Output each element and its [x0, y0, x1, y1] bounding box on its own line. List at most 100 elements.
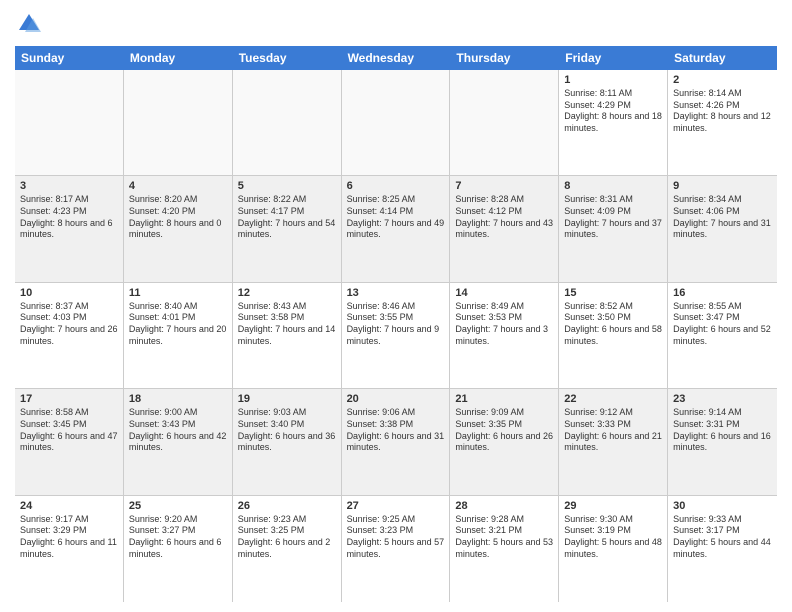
header-cell-friday: Friday [559, 46, 668, 70]
day-number: 4 [129, 180, 227, 192]
cal-cell: 29 Sunrise: 9:30 AM Sunset: 3:19 PM Dayli… [559, 496, 668, 602]
day-number: 29 [564, 500, 662, 512]
cal-cell: 17 Sunrise: 8:58 AM Sunset: 3:45 PM Dayli… [15, 389, 124, 494]
cal-cell [233, 70, 342, 175]
day-number: 27 [347, 500, 445, 512]
header-cell-tuesday: Tuesday [233, 46, 342, 70]
cal-cell: 1 Sunrise: 8:11 AM Sunset: 4:29 PM Daylig… [559, 70, 668, 175]
cal-cell: 22 Sunrise: 9:12 AM Sunset: 3:33 PM Dayli… [559, 389, 668, 494]
cell-text: Sunrise: 9:30 AM Sunset: 3:19 PM Dayligh… [564, 514, 662, 561]
cell-text: Sunrise: 8:43 AM Sunset: 3:58 PM Dayligh… [238, 301, 336, 348]
cal-cell: 10 Sunrise: 8:37 AM Sunset: 4:03 PM Dayli… [15, 283, 124, 388]
calendar-row-1: 3 Sunrise: 8:17 AM Sunset: 4:23 PM Daylig… [15, 176, 777, 282]
cal-cell: 18Sunrise: 9:00 AM Sunset: 3:43 PM Dayli… [124, 389, 233, 494]
header-cell-thursday: Thursday [450, 46, 559, 70]
day-number: 8 [564, 180, 662, 192]
cal-cell: 25 Sunrise: 9:20 AM Sunset: 3:27 PM Dayli… [124, 496, 233, 602]
header-cell-saturday: Saturday [668, 46, 777, 70]
cal-cell: 13 Sunrise: 8:46 AM Sunset: 3:55 PM Dayli… [342, 283, 451, 388]
cal-cell [342, 70, 451, 175]
cell-text: Sunrise: 9:06 AM Sunset: 3:38 PM Dayligh… [347, 407, 445, 454]
cal-cell [15, 70, 124, 175]
day-number: 19 [238, 393, 336, 405]
day-number: 3 [20, 180, 118, 192]
header-cell-monday: Monday [124, 46, 233, 70]
cal-cell: 28Sunrise: 9:28 AM Sunset: 3:21 PM Dayli… [450, 496, 559, 602]
day-number: 5 [238, 180, 336, 192]
day-number: 10 [20, 287, 118, 299]
cell-text: Sunrise: 9:25 AM Sunset: 3:23 PM Dayligh… [347, 514, 445, 561]
cal-cell: 5 Sunrise: 8:22 AM Sunset: 4:17 PM Daylig… [233, 176, 342, 281]
cal-cell: 11 Sunrise: 8:40 AM Sunset: 4:01 PM Dayli… [124, 283, 233, 388]
cell-text: Sunrise: 9:09 AM Sunset: 3:35 PM Dayligh… [455, 407, 553, 454]
day-number: 16 [673, 287, 772, 299]
cal-cell: 8 Sunrise: 8:31 AM Sunset: 4:09 PM Daylig… [559, 176, 668, 281]
calendar-row-4: 24 Sunrise: 9:17 AM Sunset: 3:29 PM Dayli… [15, 496, 777, 602]
cell-text: Sunrise: 9:28 AM Sunset: 3:21 PM Dayligh… [455, 514, 553, 561]
day-number: 11 [129, 287, 227, 299]
cell-text: Sunrise: 8:40 AM Sunset: 4:01 PM Dayligh… [129, 301, 227, 348]
cell-text: Sunrise: 8:58 AM Sunset: 3:45 PM Dayligh… [20, 407, 118, 454]
day-number: 2 [673, 74, 772, 86]
cal-cell: 3 Sunrise: 8:17 AM Sunset: 4:23 PM Daylig… [15, 176, 124, 281]
cell-text: Sunrise: 8:31 AM Sunset: 4:09 PM Dayligh… [564, 194, 662, 241]
cal-cell: 9Sunrise: 8:34 AM Sunset: 4:06 PM Daylig… [668, 176, 777, 281]
day-number: 30 [673, 500, 772, 512]
cal-cell: 14 Sunrise: 8:49 AM Sunset: 3:53 PM Dayli… [450, 283, 559, 388]
day-number: 22 [564, 393, 662, 405]
day-number: 25 [129, 500, 227, 512]
day-number: 9 [673, 180, 772, 192]
cell-text: Sunrise: 8:11 AM Sunset: 4:29 PM Dayligh… [564, 88, 662, 135]
cal-cell: 15 Sunrise: 8:52 AM Sunset: 3:50 PM Dayli… [559, 283, 668, 388]
logo-icon [15, 10, 43, 38]
cal-cell: 7Sunrise: 8:28 AM Sunset: 4:12 PM Daylig… [450, 176, 559, 281]
calendar-row-3: 17 Sunrise: 8:58 AM Sunset: 3:45 PM Dayli… [15, 389, 777, 495]
calendar-row-0: 1 Sunrise: 8:11 AM Sunset: 4:29 PM Daylig… [15, 70, 777, 176]
cell-text: Sunrise: 9:33 AM Sunset: 3:17 PM Dayligh… [673, 514, 772, 561]
page: SundayMondayTuesdayWednesdayThursdayFrid… [0, 0, 792, 612]
cell-text: Sunrise: 8:55 AM Sunset: 3:47 PM Dayligh… [673, 301, 772, 348]
cell-text: Sunrise: 8:28 AM Sunset: 4:12 PM Dayligh… [455, 194, 553, 241]
cell-text: Sunrise: 9:14 AM Sunset: 3:31 PM Dayligh… [673, 407, 772, 454]
day-number: 23 [673, 393, 772, 405]
cal-cell: 12 Sunrise: 8:43 AM Sunset: 3:58 PM Dayli… [233, 283, 342, 388]
cal-cell: 16 Sunrise: 8:55 AM Sunset: 3:47 PM Dayli… [668, 283, 777, 388]
header-cell-sunday: Sunday [15, 46, 124, 70]
cell-text: Sunrise: 9:20 AM Sunset: 3:27 PM Dayligh… [129, 514, 227, 561]
cell-text: Sunrise: 9:17 AM Sunset: 3:29 PM Dayligh… [20, 514, 118, 561]
cal-cell: 6Sunrise: 8:25 AM Sunset: 4:14 PM Daylig… [342, 176, 451, 281]
cell-text: Sunrise: 8:49 AM Sunset: 3:53 PM Dayligh… [455, 301, 553, 348]
cell-text: Sunrise: 9:00 AM Sunset: 3:43 PM Dayligh… [129, 407, 227, 454]
cal-cell: 24 Sunrise: 9:17 AM Sunset: 3:29 PM Dayli… [15, 496, 124, 602]
cal-cell: 27 Sunrise: 9:25 AM Sunset: 3:23 PM Dayli… [342, 496, 451, 602]
cell-text: Sunrise: 8:17 AM Sunset: 4:23 PM Dayligh… [20, 194, 118, 241]
cal-cell: 26Sunrise: 9:23 AM Sunset: 3:25 PM Dayli… [233, 496, 342, 602]
day-number: 1 [564, 74, 662, 86]
header-cell-wednesday: Wednesday [342, 46, 451, 70]
cell-text: Sunrise: 8:52 AM Sunset: 3:50 PM Dayligh… [564, 301, 662, 348]
cal-cell [124, 70, 233, 175]
cal-cell: 19Sunrise: 9:03 AM Sunset: 3:40 PM Dayli… [233, 389, 342, 494]
calendar-body: 1 Sunrise: 8:11 AM Sunset: 4:29 PM Daylig… [15, 70, 777, 602]
day-number: 13 [347, 287, 445, 299]
day-number: 15 [564, 287, 662, 299]
calendar-header: SundayMondayTuesdayWednesdayThursdayFrid… [15, 46, 777, 70]
cell-text: Sunrise: 8:22 AM Sunset: 4:17 PM Dayligh… [238, 194, 336, 241]
cal-cell: 30 Sunrise: 9:33 AM Sunset: 3:17 PM Dayli… [668, 496, 777, 602]
cell-text: Sunrise: 8:46 AM Sunset: 3:55 PM Dayligh… [347, 301, 445, 348]
day-number: 17 [20, 393, 118, 405]
calendar-row-2: 10 Sunrise: 8:37 AM Sunset: 4:03 PM Dayli… [15, 283, 777, 389]
day-number: 24 [20, 500, 118, 512]
day-number: 21 [455, 393, 553, 405]
cell-text: Sunrise: 8:37 AM Sunset: 4:03 PM Dayligh… [20, 301, 118, 348]
cell-text: Sunrise: 8:14 AM Sunset: 4:26 PM Dayligh… [673, 88, 772, 135]
logo [15, 10, 47, 38]
day-number: 12 [238, 287, 336, 299]
day-number: 14 [455, 287, 553, 299]
calendar: SundayMondayTuesdayWednesdayThursdayFrid… [15, 46, 777, 602]
day-number: 26 [238, 500, 336, 512]
cal-cell: 23 Sunrise: 9:14 AM Sunset: 3:31 PM Dayli… [668, 389, 777, 494]
cal-cell [450, 70, 559, 175]
cell-text: Sunrise: 9:12 AM Sunset: 3:33 PM Dayligh… [564, 407, 662, 454]
cal-cell: 4Sunrise: 8:20 AM Sunset: 4:20 PM Daylig… [124, 176, 233, 281]
